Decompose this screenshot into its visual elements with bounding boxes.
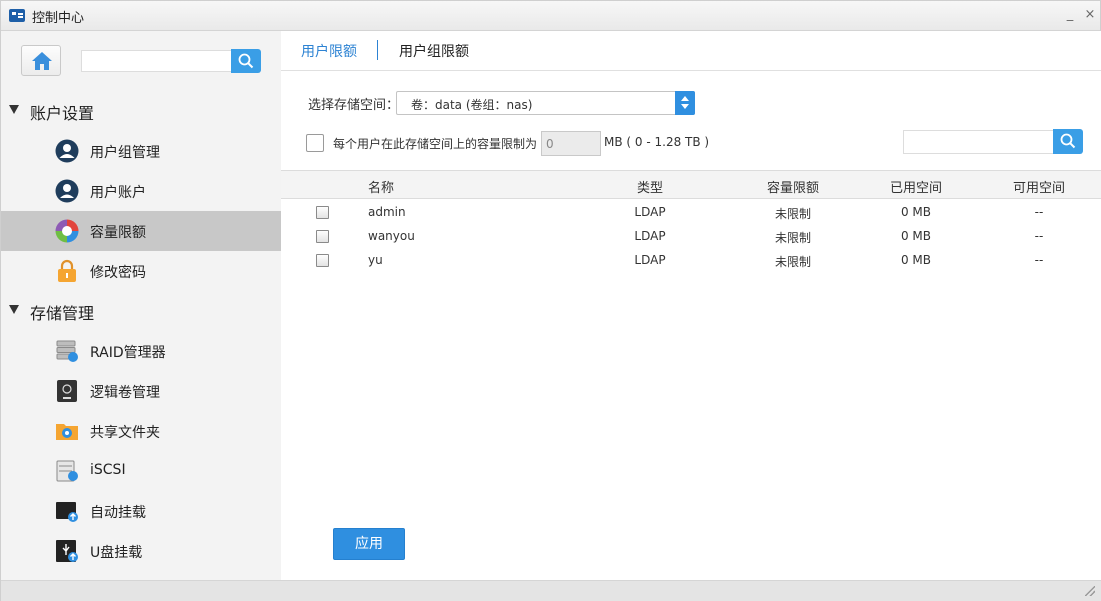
title-bar: 控制中心 _ × [1, 1, 1100, 31]
sidebar-item-label: RAID管理器 [90, 345, 166, 361]
user-account-icon [55, 179, 79, 203]
table-row[interactable]: admin LDAP 未限制 0 MB -- [281, 200, 1101, 224]
sidebar-item-change-password[interactable]: 修改密码 [1, 251, 281, 291]
row-checkbox[interactable] [316, 254, 329, 267]
section-label: 存储管理 [30, 304, 95, 323]
quota-pie-icon [55, 219, 79, 243]
sidebar-item-label: 用户账户 [90, 185, 146, 201]
lock-icon [58, 259, 76, 282]
row-checkbox[interactable] [316, 206, 329, 219]
column-header-available[interactable]: 可用空间 [1013, 177, 1065, 196]
cell-quota: 未限制 [774, 231, 812, 245]
cell-type: LDAP [634, 229, 666, 243]
sidebar-item-label: 自动挂载 [90, 505, 146, 521]
sidebar-item-usb-mount[interactable]: U盘挂载 [1, 531, 281, 571]
cell-quota: 未限制 [774, 207, 812, 221]
cell-used: 0 MB [900, 205, 932, 219]
auto-mount-icon [56, 502, 78, 522]
column-header-name[interactable]: 名称 [368, 177, 394, 196]
sidebar-item-lvm[interactable]: 逻辑卷管理 [1, 371, 281, 411]
control-center-icon [9, 9, 25, 22]
sidebar-item-label: 用户组管理 [90, 145, 160, 161]
column-header-quota[interactable]: 容量限额 [767, 177, 819, 196]
sidebar-item-user-group[interactable]: 用户组管理 [1, 131, 281, 171]
cell-available: -- [1034, 205, 1044, 219]
limit-unit-range: MB ( 0 - 1.28 TB ) [604, 135, 710, 149]
sidebar-item-shared-folder[interactable]: 共享文件夹 [1, 411, 281, 451]
lvm-icon [57, 380, 77, 402]
sidebar-search-input[interactable] [81, 50, 231, 72]
sidebar-item-raid[interactable]: RAID管理器 [1, 331, 281, 371]
sidebar-item-label: U盘挂载 [90, 545, 143, 561]
iscsi-icon [56, 460, 78, 482]
limit-enable-checkbox[interactable] [306, 134, 324, 152]
search-icon [238, 53, 254, 69]
cell-type: LDAP [634, 205, 666, 219]
tab-bar: 用户限额 用户组限额 [281, 31, 1101, 71]
storage-space-label: 选择存储空间： [308, 98, 400, 113]
window-title: 控制中心 [32, 11, 85, 26]
usb-mount-icon [56, 540, 78, 562]
table-row[interactable]: wanyou LDAP 未限制 0 MB -- [281, 224, 1101, 248]
storage-space-select[interactable]: 卷：data (卷组：nas) [396, 91, 695, 115]
sidebar-item-label: 逻辑卷管理 [90, 385, 160, 401]
sidebar-item-user-account[interactable]: 用户账户 [1, 171, 281, 211]
main-footer [281, 580, 1101, 601]
minimize-button[interactable]: _ [1061, 6, 1079, 24]
row-checkbox[interactable] [316, 230, 329, 243]
cell-name: admin [368, 205, 406, 219]
apply-button[interactable]: 应用 [333, 528, 405, 560]
sidebar-search-button[interactable] [231, 49, 261, 73]
user-search-input[interactable] [903, 130, 1053, 154]
cell-used: 0 MB [900, 229, 932, 243]
sidebar-item-quota[interactable]: 容量限额 [1, 211, 281, 251]
user-group-icon [55, 139, 79, 163]
resize-grip-icon[interactable] [1085, 586, 1095, 596]
sidebar-item-label: iSCSI [90, 462, 126, 478]
cell-available: -- [1034, 229, 1044, 243]
section-storage-management[interactable]: 存储管理 [1, 291, 281, 331]
close-button[interactable]: × [1081, 6, 1099, 24]
raid-icon [56, 340, 78, 362]
table-header: 名称 类型 容量限额 已用空间 可用空间 [281, 170, 1101, 199]
sidebar-item-label: 修改密码 [90, 265, 146, 281]
expand-arrow-icon [9, 305, 19, 314]
main-panel: 用户限额 用户组限额 选择存储空间： 卷：data (卷组：nas) 每个用户在… [281, 31, 1101, 601]
cell-type: LDAP [634, 253, 666, 267]
tab-group-quota[interactable]: 用户组限额 [399, 41, 469, 61]
section-label: 账户设置 [30, 104, 95, 123]
cell-name: yu [368, 253, 383, 267]
limit-value-input[interactable] [541, 131, 601, 156]
sidebar-footer [1, 580, 281, 601]
cell-name: wanyou [368, 229, 415, 243]
storage-space-value: 卷：data (卷组：nas) [411, 98, 533, 112]
sidebar-item-auto-mount[interactable]: 自动挂载 [1, 491, 281, 531]
sidebar-item-iscsi[interactable]: iSCSI [1, 451, 281, 491]
column-header-type[interactable]: 类型 [637, 177, 663, 196]
tab-separator [377, 40, 378, 60]
control-center-window: 控制中心 _ × 账户设置 用户组管理 用户账户 容量限额 修改密码 存储管理 … [0, 0, 1101, 601]
sidebar-item-label: 容量限额 [90, 225, 146, 241]
select-spinner-icon[interactable] [675, 91, 695, 115]
tab-user-quota[interactable]: 用户限额 [301, 41, 357, 61]
sidebar-item-label: 共享文件夹 [90, 425, 160, 441]
cell-available: -- [1034, 253, 1044, 267]
table-row[interactable]: yu LDAP 未限制 0 MB -- [281, 248, 1101, 272]
home-button[interactable] [21, 45, 61, 76]
user-search-button[interactable] [1053, 129, 1083, 154]
section-account-settings[interactable]: 账户设置 [1, 91, 281, 131]
cell-used: 0 MB [900, 253, 932, 267]
search-icon [1060, 133, 1076, 149]
limit-description: 每个用户在此存储空间上的容量限制为 [333, 137, 538, 151]
home-icon [32, 52, 52, 70]
column-header-used[interactable]: 已用空间 [890, 177, 942, 196]
shared-folder-icon [56, 424, 78, 440]
sidebar: 账户设置 用户组管理 用户账户 容量限额 修改密码 存储管理 RAID管理器 逻… [1, 31, 281, 580]
cell-quota: 未限制 [774, 255, 812, 269]
expand-arrow-icon [9, 105, 19, 114]
